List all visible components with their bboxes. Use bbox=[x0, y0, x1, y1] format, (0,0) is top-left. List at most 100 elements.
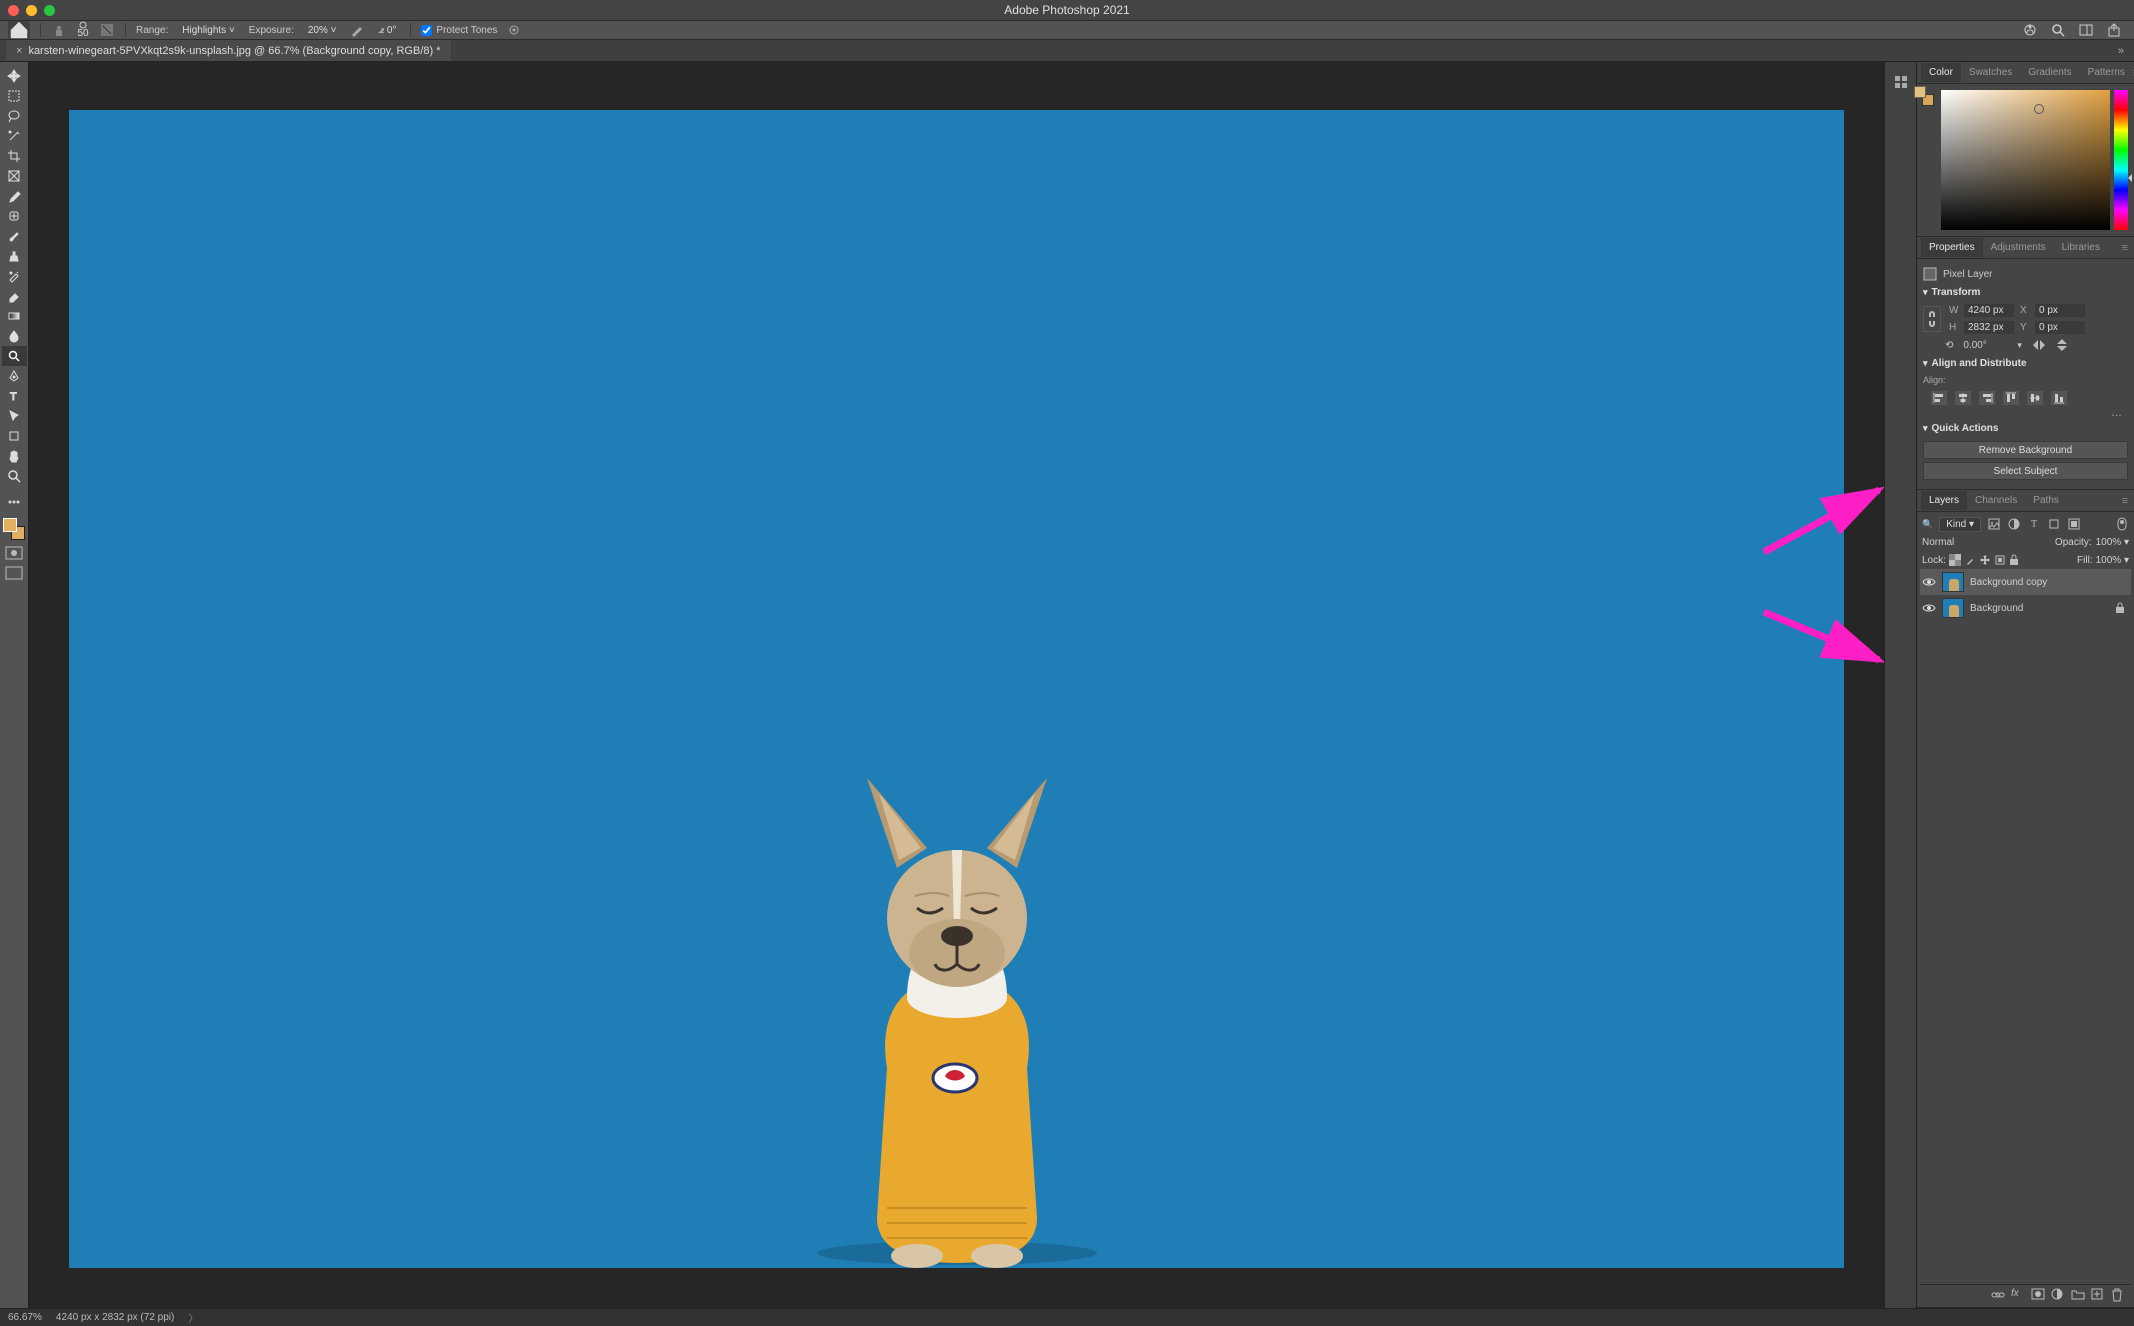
tab-layers[interactable]: Layers bbox=[1921, 491, 1967, 510]
zoom-level[interactable]: 66.67% bbox=[8, 1312, 42, 1323]
tab-libraries[interactable]: Libraries bbox=[2054, 238, 2108, 257]
search-icon[interactable] bbox=[2050, 22, 2066, 38]
tab-paths[interactable]: Paths bbox=[2025, 491, 2067, 510]
maximize-window-button[interactable] bbox=[44, 5, 55, 16]
select-subject-button[interactable]: Select Subject bbox=[1923, 462, 2128, 480]
cloud-docs-icon[interactable] bbox=[2022, 22, 2038, 38]
filter-type-icon[interactable]: T bbox=[2027, 517, 2041, 531]
panel-strip-icon[interactable] bbox=[1891, 72, 1911, 92]
filter-pixel-icon[interactable] bbox=[1987, 517, 2001, 531]
tab-properties[interactable]: Properties bbox=[1921, 238, 1983, 257]
layer-locked-icon[interactable] bbox=[2115, 602, 2129, 614]
brush-settings-button[interactable] bbox=[99, 22, 115, 38]
home-button[interactable] bbox=[8, 21, 30, 39]
healing-brush-tool[interactable] bbox=[2, 206, 27, 226]
transform-section-header[interactable]: ▾Transform bbox=[1923, 283, 2128, 302]
adjustment-layer-icon[interactable] bbox=[2051, 1288, 2065, 1302]
lock-pixels-icon[interactable] bbox=[1964, 554, 1976, 566]
shape-tool[interactable] bbox=[2, 426, 27, 446]
screen-mode-toggle[interactable] bbox=[5, 566, 23, 580]
layer-thumbnail[interactable] bbox=[1942, 572, 1964, 592]
pen-tool[interactable] bbox=[2, 366, 27, 386]
type-tool[interactable]: T bbox=[2, 386, 27, 406]
move-tool[interactable] bbox=[2, 66, 27, 86]
tab-patterns[interactable]: Patterns bbox=[2080, 63, 2133, 82]
foreground-background-swatch[interactable] bbox=[3, 518, 25, 540]
range-dropdown[interactable]: Highlights ˅ bbox=[178, 25, 239, 36]
fill-field[interactable]: 100% ▾ bbox=[2096, 555, 2129, 566]
lock-artboard-icon[interactable] bbox=[1994, 554, 2006, 566]
dodge-tool[interactable] bbox=[2, 346, 27, 366]
edit-toolbar-icon[interactable] bbox=[2, 492, 27, 512]
eraser-tool[interactable] bbox=[2, 286, 27, 306]
workspace-switcher-icon[interactable] bbox=[2078, 22, 2094, 38]
document-tab[interactable]: × karsten-winegeart-5PVXkqt2s9k-unsplash… bbox=[6, 40, 451, 61]
path-selection-tool[interactable] bbox=[2, 406, 27, 426]
group-layers-icon[interactable] bbox=[2071, 1288, 2085, 1302]
tab-swatches[interactable]: Swatches bbox=[1961, 63, 2020, 82]
panel-menu-icon[interactable]: ≡ bbox=[2122, 495, 2134, 507]
crop-tool[interactable] bbox=[2, 146, 27, 166]
hand-tool[interactable] bbox=[2, 446, 27, 466]
layer-filter-dropdown[interactable]: Kind ▾ bbox=[1939, 517, 1981, 532]
pressure-toggle[interactable] bbox=[507, 23, 521, 37]
exposure-field[interactable]: 20% ˅ bbox=[304, 25, 341, 36]
link-layers-icon[interactable] bbox=[1991, 1288, 2005, 1302]
layer-mask-icon[interactable] bbox=[2031, 1288, 2045, 1302]
lock-transparency-icon[interactable] bbox=[1949, 554, 1961, 566]
width-field[interactable]: 4240 px bbox=[1964, 304, 2014, 317]
align-left-icon[interactable] bbox=[1931, 391, 1947, 405]
history-brush-tool[interactable] bbox=[2, 266, 27, 286]
filter-adjust-icon[interactable] bbox=[2007, 517, 2021, 531]
layer-row[interactable]: Background copy bbox=[1920, 569, 2131, 595]
layer-row[interactable]: Background bbox=[1920, 595, 2131, 621]
y-field[interactable]: 0 px bbox=[2035, 321, 2085, 334]
status-bar-flyout-icon[interactable]: 〉 bbox=[188, 1310, 198, 1325]
close-tab-icon[interactable]: × bbox=[16, 45, 22, 57]
layer-name[interactable]: Background bbox=[1970, 603, 2023, 614]
visibility-toggle-icon[interactable] bbox=[1922, 603, 1936, 613]
new-layer-icon[interactable] bbox=[2091, 1288, 2105, 1302]
filter-toggle-icon[interactable] bbox=[2115, 517, 2129, 531]
airbrush-toggle[interactable] bbox=[350, 23, 364, 37]
opacity-field[interactable]: 100% ▾ bbox=[2096, 537, 2129, 548]
blend-mode-dropdown[interactable]: Normal bbox=[1922, 537, 2051, 548]
color-fg-bg-swatch[interactable] bbox=[1914, 86, 1934, 106]
marquee-tool[interactable] bbox=[2, 86, 27, 106]
eyedropper-tool[interactable] bbox=[2, 186, 27, 206]
quick-mask-toggle[interactable] bbox=[5, 546, 23, 560]
layer-name[interactable]: Background copy bbox=[1970, 577, 2047, 588]
align-vcenter-icon[interactable] bbox=[2027, 391, 2043, 405]
align-bottom-icon[interactable] bbox=[2051, 391, 2067, 405]
magic-wand-tool[interactable] bbox=[2, 126, 27, 146]
tab-gradients[interactable]: Gradients bbox=[2020, 63, 2079, 82]
gradient-tool[interactable] bbox=[2, 306, 27, 326]
layer-style-icon[interactable]: fx bbox=[2011, 1288, 2025, 1302]
align-section-header[interactable]: ▾Align and Distribute bbox=[1923, 354, 2128, 373]
align-hcenter-icon[interactable] bbox=[1955, 391, 1971, 405]
remove-background-button[interactable]: Remove Background bbox=[1923, 441, 2128, 459]
visibility-toggle-icon[interactable] bbox=[1922, 577, 1936, 587]
hue-slider[interactable] bbox=[2114, 90, 2128, 230]
document-dimensions[interactable]: 4240 px x 2832 px (72 ppi) bbox=[56, 1312, 174, 1323]
tab-channels[interactable]: Channels bbox=[1967, 491, 2025, 510]
height-field[interactable]: 2832 px bbox=[1964, 321, 2014, 334]
document-canvas[interactable] bbox=[69, 110, 1844, 1268]
rotate-field[interactable]: 0.00° bbox=[1963, 340, 2007, 351]
brush-size-value[interactable]: 50 bbox=[77, 29, 88, 39]
more-options-icon[interactable]: … bbox=[1923, 407, 2128, 419]
frame-tool[interactable] bbox=[2, 166, 27, 186]
zoom-tool[interactable] bbox=[2, 466, 27, 486]
lasso-tool[interactable] bbox=[2, 106, 27, 126]
lock-position-icon[interactable] bbox=[1979, 554, 1991, 566]
delete-layer-icon[interactable] bbox=[2111, 1288, 2125, 1302]
x-field[interactable]: 0 px bbox=[2035, 304, 2085, 317]
brush-tool[interactable] bbox=[2, 226, 27, 246]
protect-tones-checkbox[interactable]: Protect Tones bbox=[421, 25, 497, 36]
align-top-icon[interactable] bbox=[2003, 391, 2019, 405]
tool-preset-button[interactable] bbox=[51, 22, 67, 38]
tab-adjustments[interactable]: Adjustments bbox=[1983, 238, 2054, 257]
quick-actions-header[interactable]: ▾Quick Actions bbox=[1923, 419, 2128, 438]
blur-tool[interactable] bbox=[2, 326, 27, 346]
link-wh-toggle[interactable] bbox=[1923, 306, 1941, 332]
